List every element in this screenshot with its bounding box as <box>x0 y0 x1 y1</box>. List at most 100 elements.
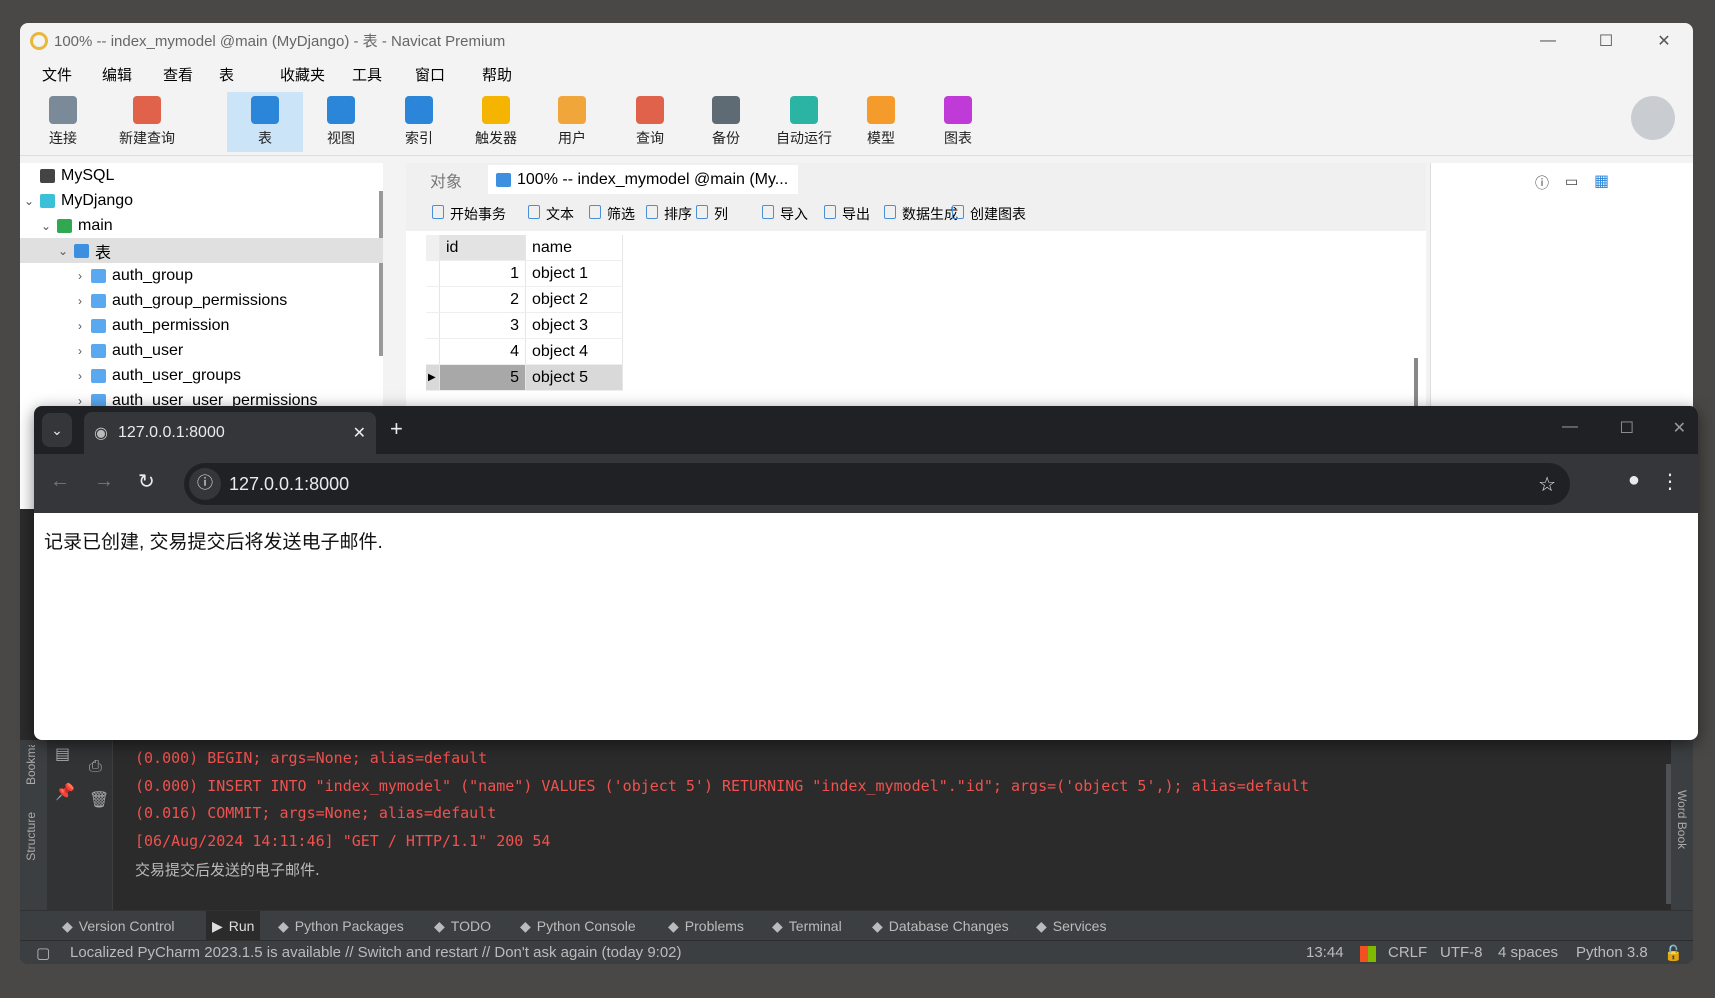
tab-objects[interactable]: 对象 <box>406 165 486 194</box>
menu-item[interactable]: 收藏夹 <box>280 64 325 85</box>
grid-toolbar-create-chart[interactable]: 创建图表 <box>952 204 1026 224</box>
cell-name[interactable]: object 1 <box>526 261 623 286</box>
table-row[interactable]: 1 object 1 <box>426 261 623 287</box>
toolbar-lightning-button[interactable]: 触发器 <box>458 92 534 152</box>
row-indicator[interactable] <box>426 313 440 338</box>
tool-window-python-console[interactable]: ◆ Python Console <box>520 918 636 935</box>
avatar[interactable] <box>1631 96 1675 140</box>
chevron-right-icon[interactable]: › <box>73 369 87 383</box>
tab-table-data[interactable]: 100% -- index_mymodel @main (My... <box>488 165 798 194</box>
indent-setting[interactable]: 4 spaces <box>1498 944 1558 961</box>
tool-window-terminal[interactable]: ◆ Terminal <box>772 918 842 935</box>
chevron-down-icon[interactable]: ⌄ <box>39 219 53 233</box>
chevron-down-icon[interactable]: ⌄ <box>22 194 36 208</box>
toolbar-robot-button[interactable]: 自动运行 <box>766 92 842 152</box>
tool-window-version-control[interactable]: ◆ Version Control <box>62 918 175 935</box>
table-row[interactable]: 4 object 4 <box>426 339 623 365</box>
grid-toolbar-import[interactable]: 导入 <box>762 204 808 224</box>
row-indicator[interactable] <box>426 339 440 364</box>
column-header-id[interactable]: id <box>440 235 526 260</box>
menu-item[interactable]: 帮助 <box>482 64 512 85</box>
address-bar[interactable]: ⓘ 127.0.0.1:8000 ☆ <box>184 463 1570 505</box>
lock-icon[interactable]: 🔓 <box>1664 944 1683 962</box>
close-tab-icon[interactable]: ✕ <box>353 423 366 443</box>
back-button[interactable]: ← <box>50 470 70 493</box>
grid-view-icon[interactable]: ▦ <box>1594 171 1609 191</box>
toolbar-query-button[interactable]: 查询 <box>612 92 688 152</box>
row-indicator[interactable]: ▶ <box>426 365 440 390</box>
info-icon[interactable]: ⓘ <box>1535 173 1549 193</box>
cell-name[interactable]: object 2 <box>526 287 623 312</box>
tree-item[interactable]: MySQL <box>20 163 383 188</box>
table-row[interactable]: ▶ 5 object 5 <box>426 365 623 391</box>
toolbar-plug-button[interactable]: 连接 <box>25 92 101 152</box>
site-info-icon[interactable]: ⓘ <box>189 468 221 500</box>
trash-icon[interactable]: 🗑 <box>89 790 109 810</box>
ddl-icon[interactable]: ▭ <box>1565 173 1578 190</box>
grid-toolbar-data-generation[interactable]: 数据生成 <box>884 204 958 224</box>
menu-item[interactable]: 文件 <box>42 64 72 85</box>
tool-window-todo[interactable]: ◆ TODO <box>434 918 491 935</box>
grid-toolbar-columns[interactable]: 列 <box>696 204 728 224</box>
profile-icon[interactable]: ● <box>1628 469 1640 492</box>
forward-button[interactable]: → <box>94 470 114 493</box>
tool-window-run[interactable]: ▶ Run <box>206 911 261 941</box>
column-header-name[interactable]: name <box>526 235 623 260</box>
bookmarks-tab[interactable]: Bookmarks <box>24 745 38 785</box>
tool-window-services[interactable]: ◆ Services <box>1036 918 1106 935</box>
toolbar-view-button[interactable]: 视图 <box>303 92 379 152</box>
cell-name[interactable]: object 5 <box>526 365 623 390</box>
toolbar-new-query-button[interactable]: 新建查询 <box>109 92 185 152</box>
structure-tab[interactable]: Structure <box>24 812 38 861</box>
menu-item[interactable]: 窗口 <box>415 64 445 85</box>
tree-item[interactable]: ⌄ 表 <box>20 238 383 263</box>
menu-item[interactable]: 查看 <box>163 64 193 85</box>
caret-position[interactable]: 13:44 <box>1306 944 1344 961</box>
grid-toolbar-filter[interactable]: 筛选 <box>589 204 635 224</box>
status-toggle-icon[interactable]: ▢ <box>36 944 50 962</box>
toolbar-chart-button[interactable]: 图表 <box>920 92 996 152</box>
tree-item[interactable]: › auth_user_groups <box>20 363 383 388</box>
cell-id[interactable]: 4 <box>440 339 526 364</box>
toolbar-table-button[interactable]: 表 <box>227 92 303 152</box>
browser-close-button[interactable]: ✕ <box>1673 418 1686 438</box>
menu-item[interactable]: 编辑 <box>102 64 132 85</box>
chevron-right-icon[interactable]: › <box>73 319 87 333</box>
toolbar-user-button[interactable]: 用户 <box>534 92 610 152</box>
python-interpreter[interactable]: Python 3.8 <box>1576 944 1648 961</box>
menu-item[interactable]: 表 <box>219 64 234 85</box>
cell-id[interactable]: 5 <box>440 365 526 390</box>
row-indicator[interactable] <box>426 287 440 312</box>
browser-minimize-button[interactable]: — <box>1562 418 1578 436</box>
close-button[interactable]: ✕ <box>1635 23 1693 58</box>
cell-id[interactable]: 2 <box>440 287 526 312</box>
cell-id[interactable]: 1 <box>440 261 526 286</box>
minimize-button[interactable]: — <box>1519 23 1577 58</box>
tree-item[interactable]: › auth_permission <box>20 313 383 338</box>
new-tab-button[interactable]: + <box>390 416 403 442</box>
grid-toolbar-export[interactable]: 导出 <box>824 204 870 224</box>
chevron-right-icon[interactable]: › <box>73 269 87 283</box>
toolbar-index-az-button[interactable]: 索引 <box>381 92 457 152</box>
row-indicator[interactable] <box>426 261 440 286</box>
maximize-button[interactable]: ☐ <box>1577 23 1635 58</box>
print-icon[interactable]: ⎙ <box>89 758 102 776</box>
menu-item[interactable]: 工具 <box>352 64 382 85</box>
tab-search-button[interactable]: ⌄ <box>42 413 72 447</box>
tree-item[interactable]: ⌄ main <box>20 213 383 238</box>
chevron-right-icon[interactable]: › <box>73 344 87 358</box>
cell-id[interactable]: 3 <box>440 313 526 338</box>
table-row[interactable]: 2 object 2 <box>426 287 623 313</box>
browser-maximize-button[interactable]: ☐ <box>1620 418 1634 438</box>
toolbar-backup-button[interactable]: 备份 <box>688 92 764 152</box>
file-encoding[interactable]: UTF-8 <box>1440 944 1483 961</box>
tree-item[interactable]: › auth_user <box>20 338 383 363</box>
tool-window-python-packages[interactable]: ◆ Python Packages <box>278 918 404 935</box>
tree-item[interactable]: › auth_group_permissions <box>20 288 383 313</box>
toolbar-model-button[interactable]: 模型 <box>843 92 919 152</box>
more-menu-icon[interactable]: ⋮ <box>1660 469 1680 494</box>
word-book-tab[interactable]: Word Book <box>1675 790 1689 849</box>
grid-toolbar-begin-transaction[interactable]: 开始事务 <box>432 204 506 224</box>
reload-button[interactable]: ↻ <box>138 469 155 494</box>
cell-name[interactable]: object 3 <box>526 313 623 338</box>
